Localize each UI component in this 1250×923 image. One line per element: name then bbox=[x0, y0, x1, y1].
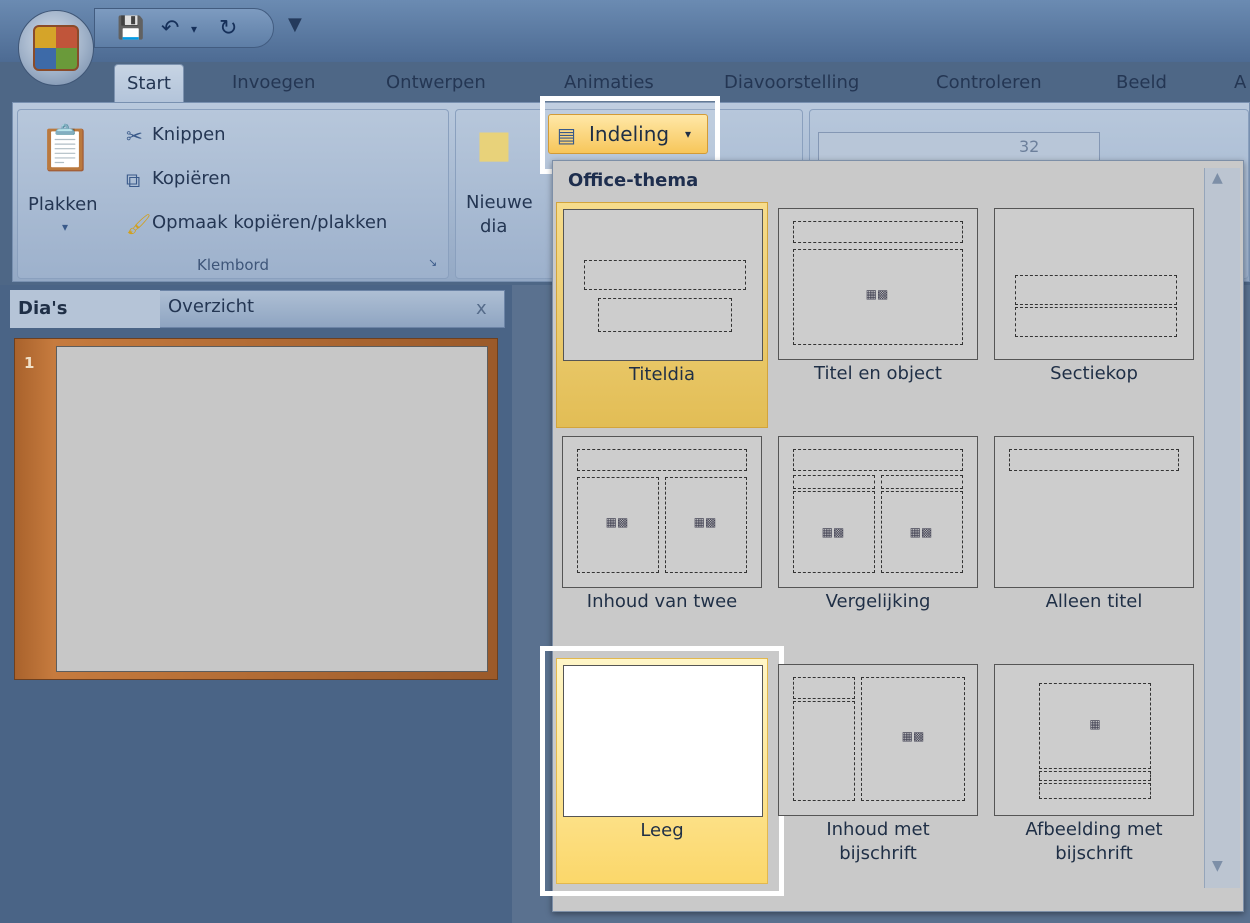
office-button[interactable] bbox=[18, 10, 94, 86]
slide-number: 1 bbox=[24, 354, 35, 372]
tab-controleren[interactable]: Controleren bbox=[924, 64, 1054, 102]
undo-icon[interactable]: ↶ bbox=[161, 17, 185, 41]
layout-sectiekop[interactable]: Sectiekop bbox=[988, 202, 1200, 428]
layout-label-line1: Afbeelding met bbox=[1025, 819, 1163, 840]
layout-inhoud-met-bijschrift[interactable]: ▦▩ Inhoud met bijschrift bbox=[772, 658, 984, 884]
paste-dropdown-icon[interactable]: ▾ bbox=[62, 220, 68, 234]
placeholder-box bbox=[598, 298, 732, 332]
placeholder-box bbox=[577, 449, 747, 471]
content-icons-icon: ▦▩ bbox=[605, 515, 629, 529]
copy-icon: ⧉ bbox=[126, 168, 141, 192]
layout-label: Titeldia bbox=[628, 364, 696, 385]
layout-preview: ▦▩ ▦▩ bbox=[562, 436, 762, 588]
clipboard-group: 📋 Plakken ▾ ✂ Knippen ⧉ Kopiëren 🖌 Opmaa… bbox=[17, 109, 449, 279]
layout-titel-en-object[interactable]: ▦▩ Titel en object bbox=[772, 202, 984, 428]
placeholder-box bbox=[1015, 275, 1177, 305]
layout-preview: ▦▩ ▦▩ bbox=[778, 436, 978, 588]
layout-label: Inhoud van twee bbox=[586, 591, 738, 612]
content-icons-icon: ▦▩ bbox=[693, 515, 717, 529]
save-icon[interactable]: 💾 bbox=[117, 17, 144, 41]
slide-thumbnail[interactable] bbox=[56, 346, 488, 672]
scroll-down-icon[interactable]: ▼ bbox=[1212, 858, 1223, 874]
layout-label: Leeg bbox=[640, 820, 684, 841]
layout-afbeelding-met-bijschrift[interactable]: ▦ Afbeelding met bijschrift bbox=[988, 658, 1200, 884]
layout-button-label: Indeling bbox=[589, 122, 670, 146]
scroll-up-icon[interactable]: ▲ bbox=[1212, 170, 1223, 186]
customize-qat-icon[interactable]: ▼ bbox=[288, 14, 302, 35]
layout-label: Titel en object bbox=[814, 363, 942, 384]
gallery-header: Office-thema bbox=[568, 170, 699, 191]
content-icons-icon: ▦▩ bbox=[901, 729, 925, 743]
layout-titeldia[interactable]: Titeldia bbox=[556, 202, 768, 428]
layout-label-line2: bijschrift bbox=[1055, 843, 1133, 864]
layout-label: Alleen titel bbox=[1045, 591, 1143, 612]
close-icon[interactable]: x bbox=[476, 298, 487, 319]
layout-button[interactable]: ▤ Indeling ▾ bbox=[548, 114, 708, 154]
placeholder-box bbox=[793, 677, 855, 699]
scissors-icon: ✂ bbox=[126, 124, 143, 148]
cut-button[interactable]: Knippen bbox=[152, 124, 226, 145]
gallery-scrollbar[interactable] bbox=[1204, 168, 1240, 888]
placeholder-box bbox=[1015, 307, 1177, 337]
tab-invoegen[interactable]: Invoegen bbox=[220, 64, 327, 102]
placeholder-box bbox=[1039, 783, 1151, 799]
content-icons-icon: ▦▩ bbox=[821, 525, 845, 539]
layout-vergelijking[interactable]: ▦▩ ▦▩ Vergelijking bbox=[772, 430, 984, 656]
clipboard-group-label: Klembord bbox=[197, 256, 269, 274]
copy-button[interactable]: Kopiëren bbox=[152, 168, 231, 189]
tab-start[interactable]: Start bbox=[114, 64, 184, 102]
new-slide-icon[interactable]: ■ bbox=[476, 122, 512, 166]
layout-label: Afbeelding met bijschrift bbox=[988, 818, 1200, 866]
placeholder-box bbox=[881, 475, 963, 489]
font-size-field[interactable]: 32 bbox=[1019, 137, 1039, 156]
layout-preview bbox=[994, 208, 1194, 360]
picture-icon: ▦ bbox=[1089, 717, 1101, 731]
tab-beeld[interactable]: Beeld bbox=[1104, 64, 1179, 102]
content-icons-icon: ▦▩ bbox=[909, 525, 933, 539]
placeholder-box bbox=[793, 475, 875, 489]
paste-button[interactable]: Plakken bbox=[28, 194, 98, 215]
paste-icon[interactable]: 📋 bbox=[38, 122, 93, 174]
undo-dropdown-icon[interactable]: ▾ bbox=[191, 17, 215, 41]
layout-preview bbox=[563, 209, 763, 361]
placeholder-box bbox=[1009, 449, 1179, 471]
layout-icon: ▤ bbox=[557, 123, 576, 147]
placeholder-box bbox=[584, 260, 746, 290]
new-slide-label[interactable]: Nieuwe bbox=[466, 192, 533, 213]
content-icons-icon: ▦▩ bbox=[865, 287, 889, 301]
office-logo-icon bbox=[33, 25, 79, 71]
layout-preview bbox=[994, 436, 1194, 588]
layout-leeg[interactable]: Leeg bbox=[556, 658, 768, 884]
placeholder-box bbox=[793, 449, 963, 471]
layout-preview: ▦▩ bbox=[778, 664, 978, 816]
layout-label-line2: bijschrift bbox=[839, 843, 917, 864]
layout-label-line1: Inhoud met bbox=[826, 819, 930, 840]
layout-preview: ▦ bbox=[994, 664, 1194, 816]
layout-preview bbox=[563, 665, 763, 817]
placeholder-box bbox=[793, 221, 963, 243]
tab-diavoorstelling[interactable]: Diavoorstelling bbox=[712, 64, 871, 102]
tab-animaties-partial[interactable]: A bbox=[1222, 64, 1250, 102]
format-painter-button[interactable]: Opmaak kopiëren/plakken bbox=[152, 212, 387, 233]
layout-label: Vergelijking bbox=[825, 591, 931, 612]
dialog-launcher-icon[interactable]: ↘ bbox=[428, 256, 437, 269]
quick-access-toolbar: 💾 ↶ ▾ ↻ bbox=[94, 8, 274, 48]
tab-slides[interactable]: Dia's bbox=[10, 290, 160, 328]
placeholder-box bbox=[1039, 771, 1151, 781]
layout-alleen-titel[interactable]: Alleen titel bbox=[988, 430, 1200, 656]
new-slide-sublabel[interactable]: dia bbox=[480, 216, 507, 237]
placeholder-box bbox=[793, 701, 855, 801]
layout-label: Inhoud met bijschrift bbox=[772, 818, 984, 866]
format-painter-icon: 🖌 bbox=[126, 212, 152, 236]
layout-label: Sectiekop bbox=[1050, 363, 1138, 384]
tab-ontwerpen[interactable]: Ontwerpen bbox=[374, 64, 498, 102]
tab-outline[interactable]: Overzicht bbox=[168, 296, 254, 317]
chevron-down-icon: ▾ bbox=[685, 127, 692, 141]
layout-preview: ▦▩ bbox=[778, 208, 978, 360]
layout-inhoud-van-twee[interactable]: ▦▩ ▦▩ Inhoud van twee bbox=[556, 430, 768, 656]
redo-icon[interactable]: ↻ bbox=[219, 17, 243, 41]
